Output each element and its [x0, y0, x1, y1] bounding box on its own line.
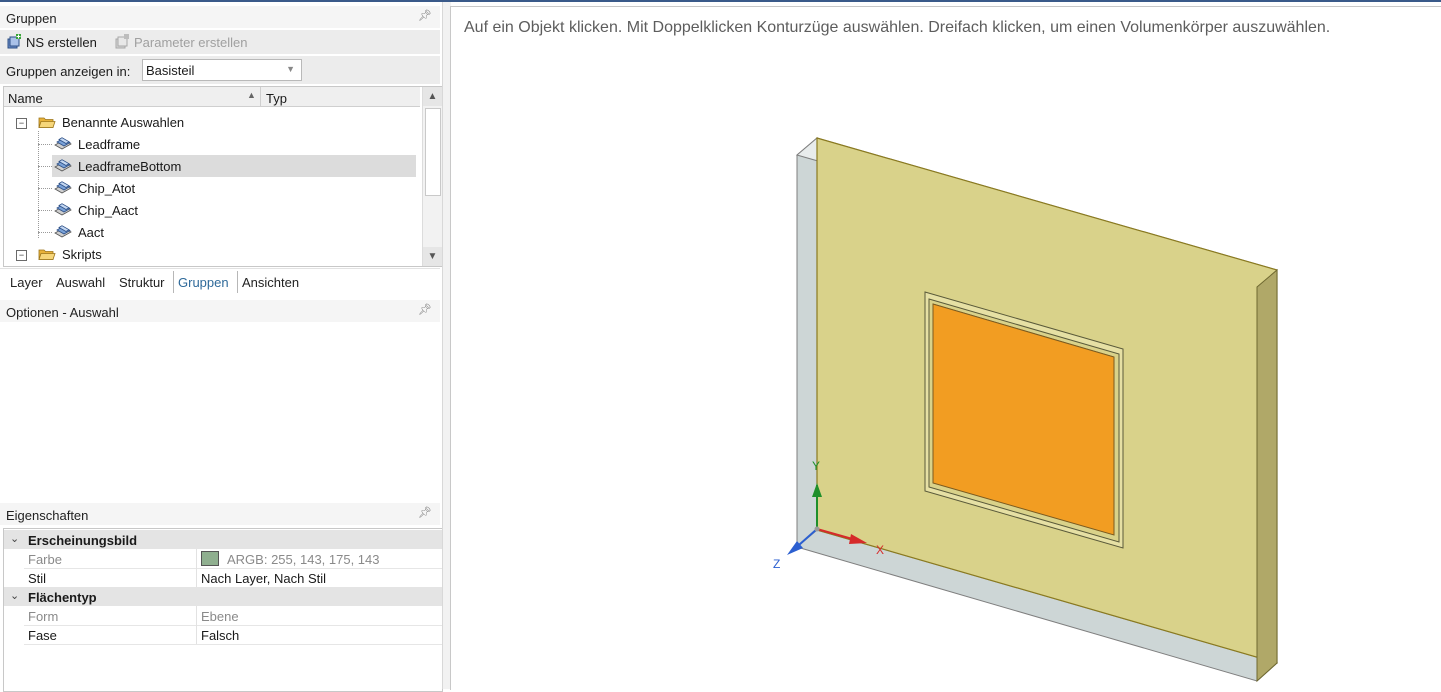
tree-label: Leadframe — [78, 137, 141, 152]
category-label: Flächentyp — [28, 590, 97, 605]
property-key: Stil — [28, 571, 47, 586]
category-label: Erscheinungsbild — [28, 533, 138, 548]
property-key: Form — [28, 609, 59, 624]
sort-ascending-icon: ▲ — [247, 90, 256, 100]
plate-right-face[interactable] — [1256, 268, 1278, 683]
tree-label-named-selections: Benannte Auswahlen — [62, 115, 185, 130]
property-value: Nach Layer, Nach Stil — [201, 571, 327, 586]
options-panel-title: Optionen - Auswahl — [6, 305, 119, 320]
tree-item-leadframe[interactable]: Leadframe — [4, 133, 420, 155]
tab-auswahl[interactable]: Auswahl — [56, 275, 105, 290]
groups-panel-header: Gruppen 📌︎ — [0, 6, 440, 28]
scroll-thumb[interactable] — [425, 108, 441, 196]
tab-layer[interactable]: Layer — [10, 275, 43, 290]
column-divider — [196, 606, 197, 625]
tree-label-scripts: Skripts — [62, 247, 102, 262]
column-divider — [196, 549, 197, 568]
options-panel-header: Optionen - Auswahl 📌︎ — [0, 300, 440, 322]
column-header-type[interactable]: Typ — [266, 91, 287, 106]
named-selection-icon — [54, 137, 72, 150]
named-selection-icon — [54, 159, 72, 172]
chevron-down-icon[interactable]: ⌄ — [10, 532, 19, 545]
named-selection-icon — [54, 203, 72, 216]
properties-panel-title: Eigenschaften — [6, 508, 89, 523]
property-value: ARGB: 255, 143, 175, 143 — [227, 552, 380, 567]
ns-create-label: NS erstellen — [26, 34, 97, 50]
left-pane: Gruppen 📌︎ NS erstellen Parameter erstel… — [0, 2, 443, 692]
properties-panel-header: Eigenschaften 📌︎ — [0, 503, 440, 525]
tab-divider — [173, 271, 174, 293]
pin-icon[interactable]: 📌︎ — [418, 303, 432, 316]
property-key: Fase — [28, 628, 57, 643]
tree-label: LeadframeBottom — [78, 159, 182, 174]
chevron-down-icon[interactable]: ⌄ — [10, 589, 19, 602]
tab-gruppen[interactable]: Gruppen — [178, 275, 229, 290]
tree-label: Chip_Atot — [78, 181, 136, 196]
property-row-farbe[interactable]: Farbe ARGB: 255, 143, 175, 143 — [24, 549, 442, 569]
chevron-down-icon: ▼ — [286, 64, 295, 74]
tree-item-aact[interactable]: Aact — [4, 221, 420, 243]
parameter-create-button[interactable]: Parameter erstellen — [114, 33, 247, 51]
axis-origin — [814, 526, 820, 532]
named-selection-icon — [54, 225, 72, 238]
tree-item-chip-atot[interactable]: Chip_Atot — [4, 177, 420, 199]
property-row-stil[interactable]: Stil Nach Layer, Nach Stil — [24, 568, 442, 588]
parameter-add-icon — [115, 34, 129, 49]
pin-icon[interactable]: 📌︎ — [418, 506, 432, 519]
scroll-down-icon[interactable]: ▼ — [423, 247, 442, 266]
column-divider — [196, 625, 197, 644]
panel-tabs: Layer Auswahl Struktur Gruppen Ansichten — [0, 268, 440, 295]
folder-open-icon — [38, 117, 56, 128]
tab-divider — [237, 271, 238, 293]
x-axis-label: X — [876, 543, 884, 557]
property-category-surface[interactable]: ⌄ Flächentyp — [4, 587, 442, 606]
properties-grid: ⌄ Erscheinungsbild Farbe ARGB: 255, 143,… — [3, 528, 443, 692]
show-groups-in-bar: Gruppen anzeigen in: Basisteil ▼ — [0, 56, 440, 84]
property-value: Falsch — [201, 628, 240, 643]
show-groups-in-value: Basisteil — [146, 63, 195, 78]
tree-header: Name ▲ Typ — [4, 87, 420, 107]
column-header-name[interactable]: Name — [8, 91, 43, 106]
show-groups-in-label: Gruppen anzeigen in: — [6, 64, 131, 79]
tree-node-named-selections[interactable]: − Benannte Auswahlen — [4, 111, 420, 133]
pin-icon[interactable]: 📌︎ — [418, 9, 432, 22]
property-key: Farbe — [28, 552, 62, 567]
tree-scrollbar[interactable]: ▲ ▼ — [422, 87, 442, 266]
tree-node-scripts[interactable]: − Skripts — [4, 243, 420, 265]
tree-label: Chip_Aact — [78, 203, 138, 218]
property-row-fase[interactable]: Fase Falsch — [24, 625, 442, 645]
ns-create-button[interactable]: NS erstellen — [6, 33, 97, 51]
tab-ansichten[interactable]: Ansichten — [242, 275, 299, 290]
tree-label: Aact — [78, 225, 105, 240]
scroll-up-icon[interactable]: ▲ — [423, 87, 442, 106]
color-swatch — [201, 551, 219, 566]
property-row-form[interactable]: Form Ebene — [24, 606, 442, 626]
tree-item-leadframebottom[interactable]: LeadframeBottom — [4, 155, 420, 177]
collapse-toggle[interactable]: − — [16, 250, 27, 261]
tab-struktur[interactable]: Struktur — [119, 275, 165, 290]
groups-toolbar: NS erstellen Parameter erstellen — [0, 30, 440, 54]
groups-tree: Name ▲ Typ − Benannte Auswahlen Leadfram… — [3, 86, 443, 267]
tree-item-chip-aact[interactable]: Chip_Aact — [4, 199, 420, 221]
model-scene[interactable]: Y X Z — [451, 7, 1441, 689]
folder-open-icon — [38, 249, 56, 260]
collapse-toggle[interactable]: − — [16, 118, 27, 129]
parameter-create-label: Parameter erstellen — [134, 34, 248, 50]
property-value: Ebene — [201, 609, 239, 624]
column-divider — [196, 568, 197, 587]
plate-left-edge[interactable] — [796, 136, 818, 549]
named-selection-icon — [54, 181, 72, 194]
3d-viewport[interactable]: Auf ein Objekt klicken. Mit Doppelklicke… — [450, 6, 1441, 690]
groups-panel-title: Gruppen — [6, 11, 57, 26]
property-category-appearance[interactable]: ⌄ Erscheinungsbild — [4, 530, 442, 549]
z-axis-label: Z — [773, 557, 780, 571]
column-divider[interactable] — [260, 87, 261, 106]
show-groups-in-select[interactable]: Basisteil ▼ — [142, 59, 302, 81]
named-selection-add-icon — [7, 34, 21, 49]
y-axis-label: Y — [812, 459, 820, 473]
